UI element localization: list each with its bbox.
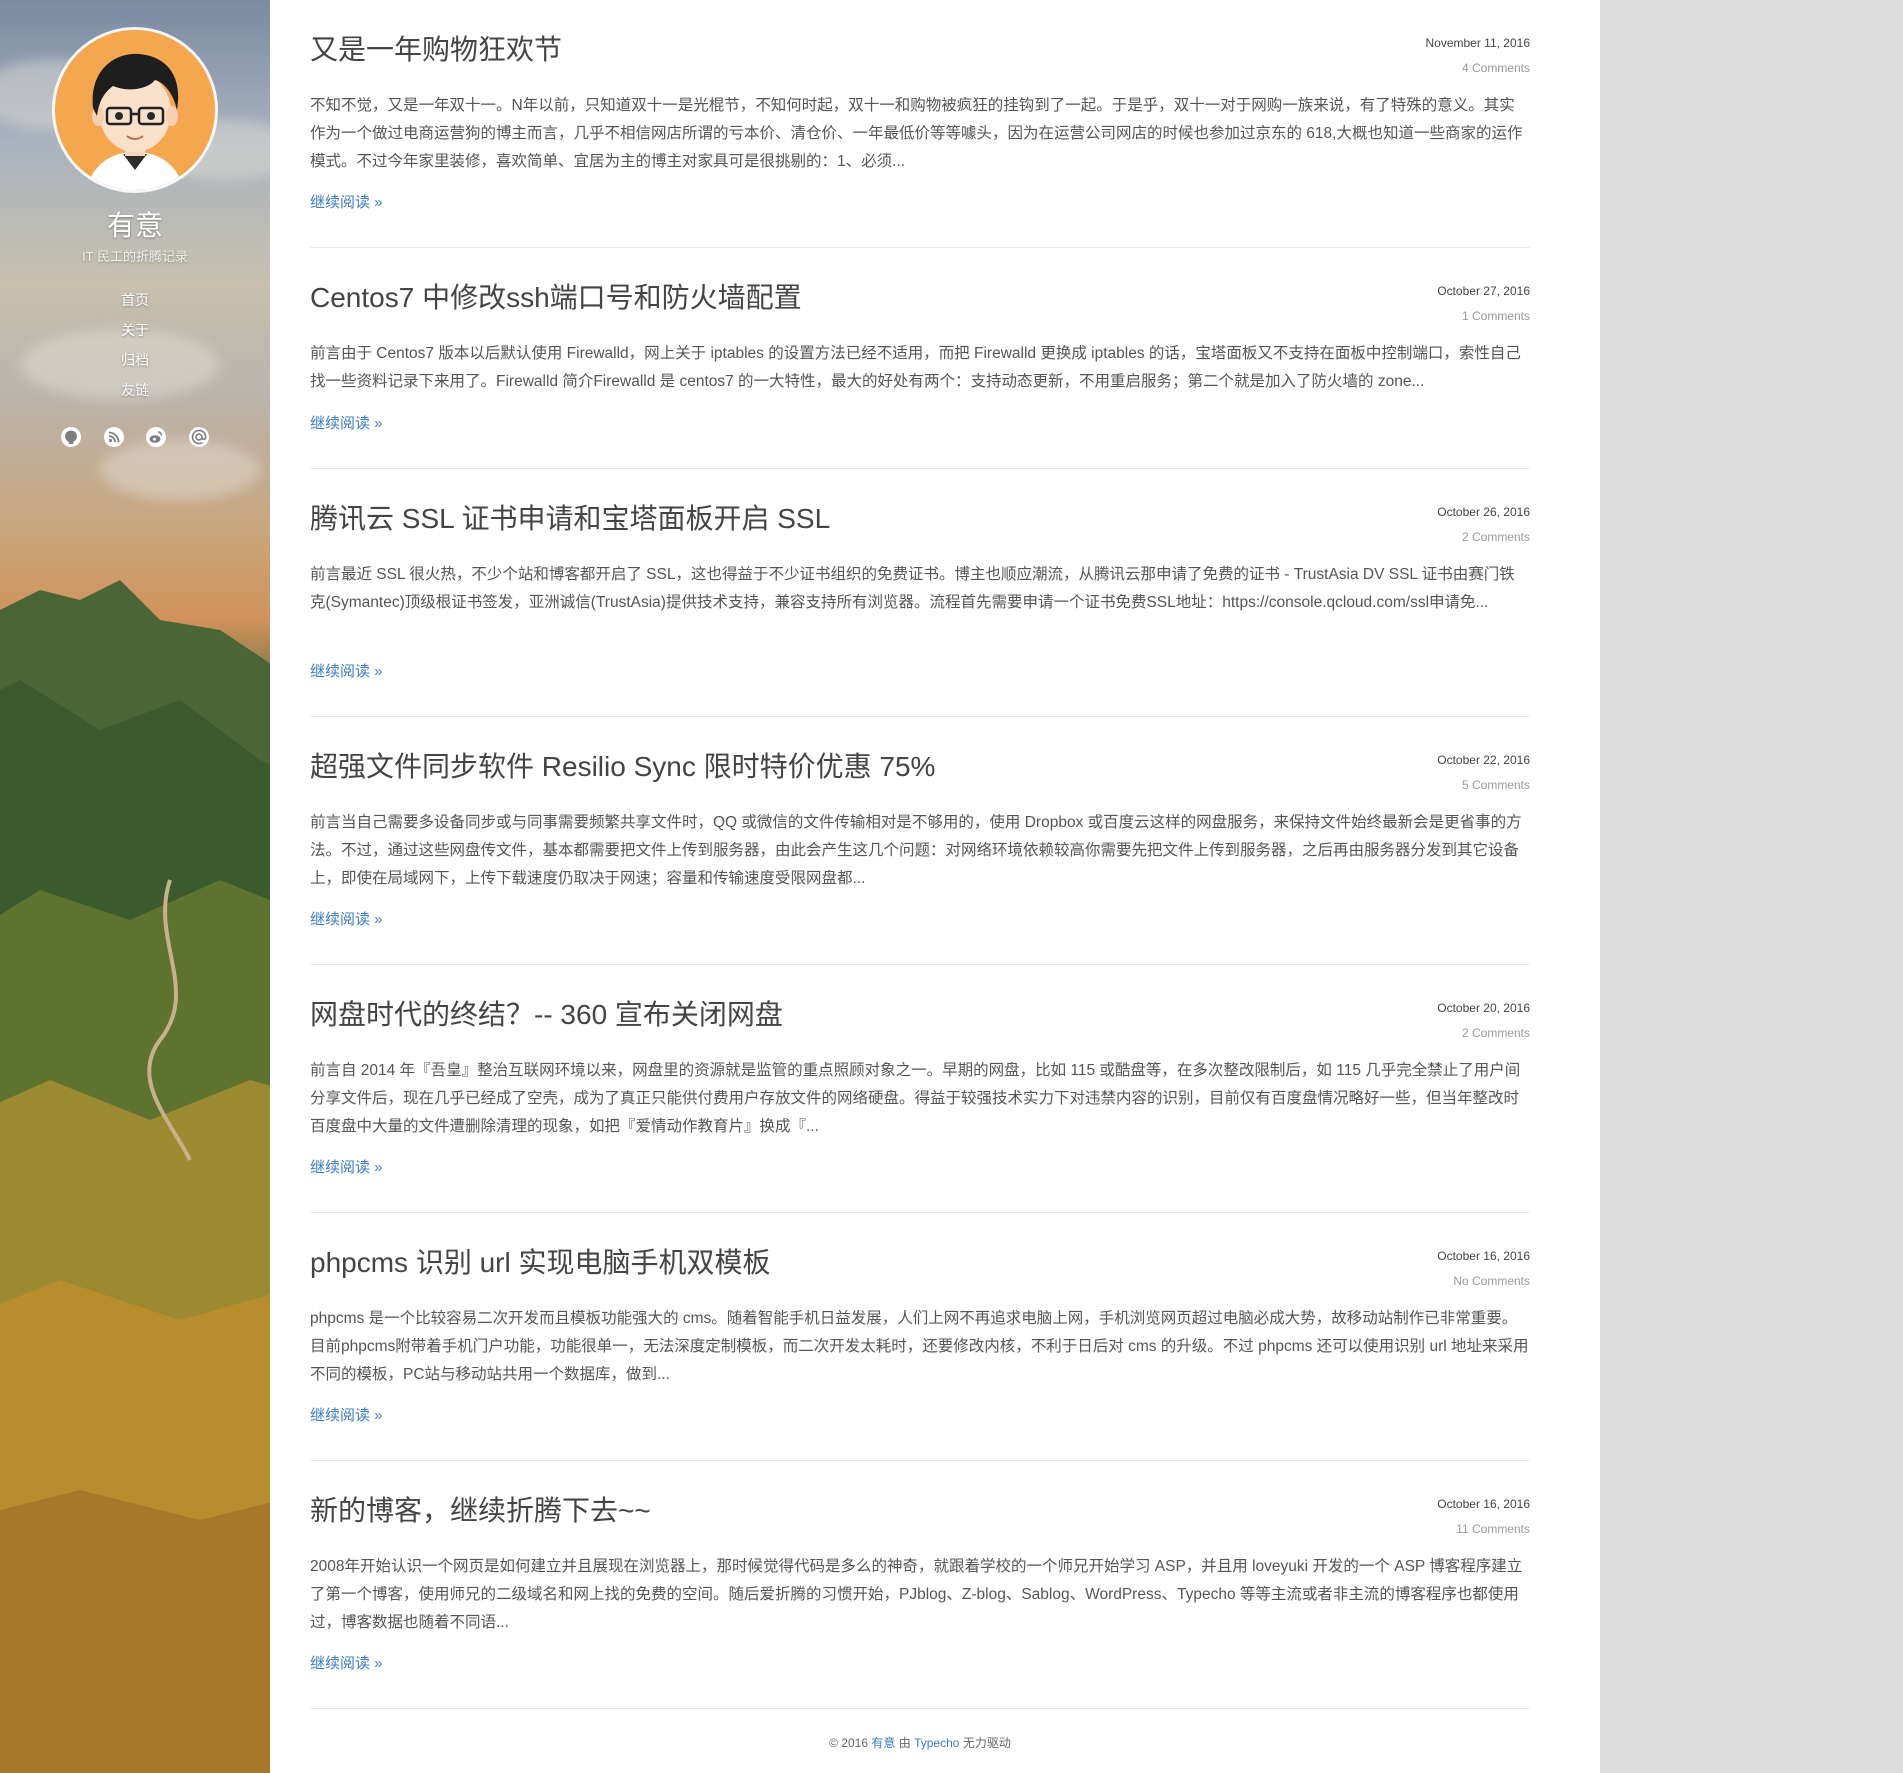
github-icon[interactable] <box>60 426 82 448</box>
post-title[interactable]: phpcms 识别 url 实现电脑手机双模板 <box>310 1241 771 1281</box>
post-comments-count[interactable]: 5 Comments <box>1462 778 1530 792</box>
avatar-illustration <box>55 30 215 190</box>
post-date: November 11, 2016 <box>1425 36 1530 50</box>
post-title[interactable]: Centos7 中修改ssh端口号和防火墙配置 <box>310 276 802 316</box>
read-more-link[interactable]: 继续阅读 » <box>310 1156 383 1177</box>
nav-item-archive[interactable]: 归档 <box>0 348 270 378</box>
footer-engine-link[interactable]: Typecho <box>914 1736 959 1750</box>
post-title[interactable]: 超强文件同步软件 Resilio Sync 限时特价优惠 75% <box>310 745 935 785</box>
post-date: October 16, 2016 <box>1437 1249 1530 1263</box>
footer-copyright: © 2016 <box>829 1736 869 1750</box>
post-item: phpcms 识别 url 实现电脑手机双模板 October 16, 2016… <box>310 1213 1530 1461</box>
post-item: 网盘时代的终结？-- 360 宣布关闭网盘 October 20, 2016 2… <box>310 965 1530 1213</box>
weibo-icon[interactable] <box>145 426 167 448</box>
read-more-link[interactable]: 继续阅读 » <box>310 908 383 929</box>
post-comments-count[interactable]: 11 Comments <box>1456 1522 1530 1536</box>
post-item: 超强文件同步软件 Resilio Sync 限时特价优惠 75% October… <box>310 717 1530 965</box>
post-excerpt: phpcms 是一个比较容易二次开发而且模板功能强大的 cms。随着智能手机日益… <box>310 1310 1529 1383</box>
post-comments-count[interactable]: 1 Comments <box>1462 309 1530 323</box>
post-item: 腾讯云 SSL 证书申请和宝塔面板开启 SSL October 26, 2016… <box>310 469 1530 717</box>
post-excerpt: 不知不觉，又是一年双十一。N年以前，只知道双十一是光棍节，不知何时起，双十一和购… <box>310 97 1523 170</box>
post-date: October 22, 2016 <box>1437 753 1530 767</box>
sidebar: 有意 IT 民工的折腾记录 首页 关于 归档 友链 <box>0 0 270 1773</box>
sidebar-nav: 首页 关于 归档 友链 <box>0 288 270 408</box>
post-title[interactable]: 又是一年购物狂欢节 <box>310 28 562 68</box>
footer-by-text: 由 <box>898 1736 911 1750</box>
nav-item-home[interactable]: 首页 <box>0 288 270 318</box>
post-excerpt: 前言最近 SSL 很火热，不少个站和博客都开启了 SSL，这也得益于不少证书组织… <box>310 566 1515 611</box>
post-date: October 27, 2016 <box>1437 284 1530 298</box>
post-date: October 26, 2016 <box>1437 505 1530 519</box>
post-item: 新的博客，继续折腾下去~~ October 16, 2016 11 Commen… <box>310 1461 1530 1709</box>
post-item: Centos7 中修改ssh端口号和防火墙配置 October 27, 2016… <box>310 248 1530 469</box>
post-comments-count[interactable]: 2 Comments <box>1462 530 1530 544</box>
avatar[interactable] <box>55 30 215 190</box>
nav-item-about[interactable]: 关于 <box>0 318 270 348</box>
post-comments-count[interactable]: 2 Comments <box>1462 1026 1530 1040</box>
read-more-link[interactable]: 继续阅读 » <box>310 660 383 681</box>
email-icon[interactable] <box>188 426 210 448</box>
post-excerpt: 前言由于 Centos7 版本以后默认使用 Firewalld，网上关于 ipt… <box>310 345 1521 390</box>
post-date: October 16, 2016 <box>1437 1497 1530 1511</box>
main-content: 又是一年购物狂欢节 November 11, 2016 4 Comments 不… <box>270 0 1600 1773</box>
social-links <box>0 426 270 453</box>
footer-author-link[interactable]: 有意 <box>871 1736 895 1750</box>
post-date: October 20, 2016 <box>1437 1001 1530 1015</box>
post-list: 又是一年购物狂欢节 November 11, 2016 4 Comments 不… <box>310 0 1530 1709</box>
read-more-link[interactable]: 继续阅读 » <box>310 412 383 433</box>
post-title[interactable]: 网盘时代的终结？-- 360 宣布关闭网盘 <box>310 993 783 1033</box>
rss-icon[interactable] <box>103 426 125 448</box>
read-more-link[interactable]: 继续阅读 » <box>310 1404 383 1425</box>
read-more-link[interactable]: 继续阅读 » <box>310 191 383 212</box>
post-title[interactable]: 新的博客，继续折腾下去~~ <box>310 1489 651 1529</box>
read-more-link[interactable]: 继续阅读 » <box>310 1652 383 1673</box>
post-title[interactable]: 腾讯云 SSL 证书申请和宝塔面板开启 SSL <box>310 497 830 537</box>
post-comments-count[interactable]: No Comments <box>1453 1274 1530 1288</box>
site-footer: © 2016 有意 由 Typecho 无力驱动 <box>310 1734 1530 1751</box>
post-excerpt: 2008年开始认识一个网页是如何建立并且展现在浏览器上，那时候觉得代码是多么的神… <box>310 1558 1523 1631</box>
landscape-illustration <box>0 580 270 1773</box>
post-comments-count[interactable]: 4 Comments <box>1462 61 1530 75</box>
site-description: IT 民工的折腾记录 <box>82 249 188 264</box>
post-excerpt: 前言当自己需要多设备同步或与同事需要频繁共享文件时，QQ 或微信的文件传输相对是… <box>310 814 1522 887</box>
footer-suffix-text: 无力驱动 <box>962 1736 1011 1750</box>
nav-item-links[interactable]: 友链 <box>0 378 270 408</box>
site-title[interactable]: 有意 <box>0 204 270 244</box>
post-item: 又是一年购物狂欢节 November 11, 2016 4 Comments 不… <box>310 0 1530 248</box>
post-excerpt: 前言自 2014 年『吾皇』整治互联网环境以来，网盘里的资源就是监管的重点照顾对… <box>310 1062 1521 1135</box>
